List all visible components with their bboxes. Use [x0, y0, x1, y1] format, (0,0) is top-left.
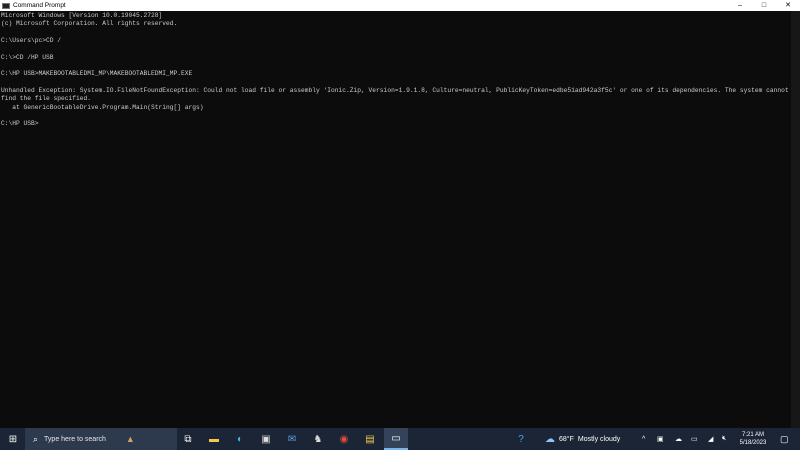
- search-box[interactable]: ⌕ Type here to search ▲: [25, 428, 177, 450]
- console-line: C:\>CD /HP USB: [1, 53, 54, 61]
- scrollbar[interactable]: [791, 11, 800, 428]
- weather-condition: Mostly cloudy: [577, 435, 621, 443]
- edge-icon[interactable]: ◐: [228, 428, 252, 450]
- clock-date: 5/18/2023: [739, 440, 767, 446]
- battery-icon[interactable]: ▭: [691, 428, 698, 450]
- close-button[interactable]: ✕: [776, 0, 800, 11]
- console-line: at GenericBootableDrive.Program.Main(Str…: [1, 103, 204, 111]
- app-icon[interactable]: ♞: [306, 428, 330, 450]
- command-prompt-taskbar-icon[interactable]: ▭: [384, 428, 408, 450]
- maximize-button[interactable]: □: [752, 0, 776, 11]
- weather-temp: 68°F: [559, 435, 574, 443]
- weather-widget[interactable]: ☁ 68°F Mostly cloudy: [545, 428, 620, 450]
- cmd-app-icon: [2, 2, 10, 9]
- show-hidden-icons-icon[interactable]: ^: [642, 428, 645, 450]
- title-bar: Command Prompt – □ ✕: [0, 0, 800, 11]
- console-prompt: C:\HP USB>: [1, 120, 39, 128]
- onedrive-icon[interactable]: ☁: [675, 428, 682, 450]
- volume-muted-icon[interactable]: 🔇︎: [722, 428, 726, 450]
- windows-start-icon[interactable]: ⊞: [1, 428, 25, 450]
- app-icon[interactable]: ▤: [358, 428, 382, 450]
- clock-time: 7:21 AM: [741, 432, 764, 438]
- console-line: C:\HP USB>MAKEBOOTABLEDMI_MP\MAKEBOOTABL…: [1, 70, 193, 78]
- cloud-icon: ☁: [545, 433, 555, 445]
- chrome-icon[interactable]: ◉: [332, 428, 356, 450]
- console-line: (c) Microsoft Corporation. All rights re…: [1, 20, 178, 28]
- help-icon[interactable]: ?: [509, 428, 533, 450]
- file-explorer-icon[interactable]: ▬: [202, 428, 226, 450]
- console-output[interactable]: Microsoft Windows [Version 10.0.19045.27…: [0, 11, 791, 428]
- task-view-icon[interactable]: ⧉: [176, 428, 200, 450]
- minimize-button[interactable]: –: [728, 0, 752, 11]
- search-highlight-icon: ▲: [125, 434, 135, 444]
- search-icon: ⌕: [33, 433, 39, 444]
- console-line: Microsoft Windows [Version 10.0.19045.27…: [1, 12, 163, 19]
- console-line: Unhandled Exception: System.IO.FileNotFo…: [1, 87, 789, 95]
- mail-icon[interactable]: ✉: [280, 428, 304, 450]
- console-line: find the file specified.: [1, 95, 92, 103]
- taskbar: ⊞ ⌕ Type here to search ▲ ⧉ ▬ ◐ ▣ ✉ ♞ ◉ …: [0, 428, 800, 450]
- store-icon[interactable]: ▣: [254, 428, 278, 450]
- clock[interactable]: 7:21 AM 5/18/2023: [735, 431, 771, 447]
- tray-app-icon[interactable]: ▣: [657, 428, 664, 450]
- console-line: C:\Users\pc>CD /: [1, 37, 62, 45]
- search-placeholder: Type here to search: [44, 435, 106, 443]
- notifications-icon[interactable]: ▢: [780, 428, 789, 450]
- network-icon[interactable]: ◢: [708, 428, 713, 450]
- window-title: Command Prompt: [13, 2, 66, 9]
